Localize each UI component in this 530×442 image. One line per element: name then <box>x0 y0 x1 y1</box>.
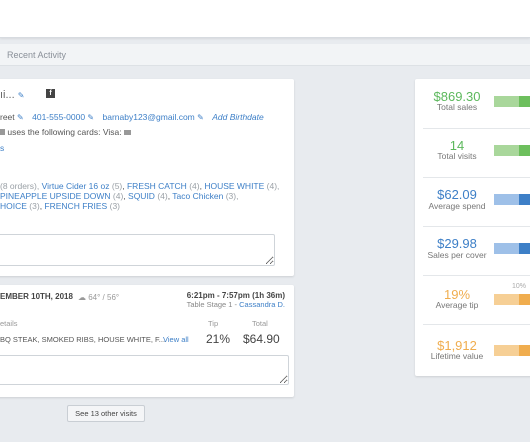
stat-label: Total sales <box>436 102 478 112</box>
stat-bar-marker <box>519 96 530 107</box>
stat-value: $62.09 <box>437 187 477 202</box>
stat-label: Lifetime value <box>430 351 484 361</box>
stat-average-spend: $62.09 Average spend <box>0 177 530 226</box>
stat-bar <box>494 96 519 107</box>
stat-sales-per-cover: $29.98 Sales per cover <box>0 226 530 275</box>
stat-label: Average spend <box>428 201 486 211</box>
stat-total-visits: 14 Total visits <box>0 128 530 177</box>
stat-lifetime-value: $1,912 Lifetime value <box>0 324 530 373</box>
stat-bar-marker <box>519 243 530 254</box>
stat-label: Sales per cover <box>427 250 487 260</box>
stat-bar <box>494 194 519 205</box>
stat-bar-marker <box>519 345 530 356</box>
stat-bar <box>494 345 519 356</box>
stat-bar-marker <box>519 194 530 205</box>
tab-recent-activity[interactable]: Recent Activity <box>7 50 66 60</box>
stat-marker-label: 10% <box>512 283 527 290</box>
profile-tabs: Recent Activity <box>0 44 530 66</box>
see-other-visits-button[interactable]: See 13 other visits <box>67 405 145 422</box>
stat-label: Average tip <box>435 300 479 310</box>
stat-average-tip: 19% Average tip 10% <box>0 275 530 324</box>
stat-bar <box>494 145 519 156</box>
stat-total-sales: $869.30 Total sales <box>0 79 530 128</box>
stat-bar <box>494 294 519 305</box>
stat-bar-marker <box>519 145 530 156</box>
top-header-bar <box>0 0 530 38</box>
stat-bar <box>494 243 519 254</box>
stat-label: Total visits <box>437 151 477 161</box>
stat-value: $29.98 <box>437 236 477 251</box>
stat-bar-marker <box>519 294 530 305</box>
